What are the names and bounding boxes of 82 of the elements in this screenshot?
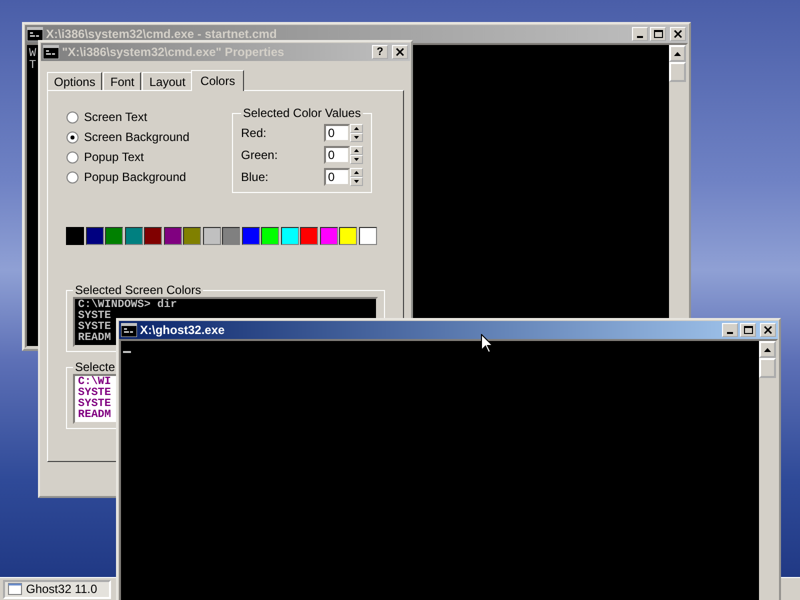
preview-text: C:\WINDOWS> dir (78, 300, 178, 311)
close-button[interactable] (760, 323, 776, 337)
color-swatch[interactable] (358, 227, 376, 245)
preview-text: SYSTE (78, 399, 112, 410)
maximize-button[interactable] (740, 323, 756, 337)
group-title: Selected Screen Colors (74, 283, 202, 297)
minimize-icon (727, 332, 733, 334)
field-label: Red: (241, 126, 266, 140)
number-input-field[interactable]: 0 (324, 146, 350, 164)
spin-down-button[interactable] (350, 133, 363, 142)
color-swatch[interactable] (320, 227, 338, 245)
group-title: Selected Color Values (242, 106, 362, 120)
up-arrow-icon (354, 149, 359, 152)
minimize-button[interactable] (722, 323, 738, 337)
command-prompt-icon (121, 323, 137, 337)
spin-down-button[interactable] (350, 155, 363, 164)
console-text: T (29, 59, 36, 71)
taskbar-button[interactable]: Ghost32 11.0 (3, 580, 111, 598)
up-arrow-icon (674, 52, 681, 56)
close-icon (764, 326, 772, 334)
preview-text: SYSTE (78, 322, 112, 333)
up-arrow-icon (354, 127, 359, 130)
radio-label[interactable]: Screen Background (84, 130, 190, 144)
color-swatch[interactable] (202, 227, 220, 245)
radio-button[interactable] (66, 150, 79, 164)
window-title: X:\ghost32.exe (140, 323, 226, 337)
color-swatch[interactable] (86, 227, 104, 245)
radio-label[interactable]: Popup Background (84, 170, 186, 184)
up-arrow-icon (764, 348, 771, 352)
radio-label[interactable]: Popup Text (84, 150, 144, 164)
radio-button[interactable] (66, 130, 79, 144)
color-swatch[interactable] (222, 227, 240, 245)
down-arrow-icon (354, 180, 359, 183)
tab[interactable]: Font (103, 72, 142, 90)
scroll-up-button[interactable] (669, 45, 686, 62)
radio-label[interactable]: Screen Text (84, 110, 148, 124)
preview-text: C:\WI (78, 377, 112, 388)
window-icon (8, 583, 22, 595)
command-prompt-icon (43, 45, 59, 59)
number-input-field[interactable]: 0 (324, 168, 350, 186)
window-title: X:\i386\system32\cmd.exe - startnet.cmd (46, 27, 278, 41)
close-icon (674, 30, 682, 38)
number-input-field[interactable]: 0 (324, 124, 350, 142)
radio-button[interactable] (66, 170, 79, 184)
color-swatch[interactable] (164, 227, 182, 245)
color-swatch[interactable] (105, 227, 123, 245)
spin-up-button[interactable] (350, 168, 363, 177)
up-arrow-icon (354, 171, 359, 174)
color-swatch[interactable] (280, 227, 298, 245)
color-swatch[interactable] (124, 227, 142, 245)
spin-up-button[interactable] (350, 146, 363, 155)
minimize-icon (637, 36, 643, 38)
preview-text: READM (78, 410, 112, 421)
scrollbar-thumb[interactable] (759, 358, 776, 378)
field-label: Blue: (241, 170, 268, 184)
color-swatch[interactable] (183, 227, 201, 245)
field-label: Green: (241, 148, 278, 162)
tab[interactable]: Colors (191, 70, 244, 91)
tab[interactable]: Options (47, 72, 102, 90)
scrollbar-thumb[interactable] (669, 62, 686, 82)
close-icon (396, 48, 404, 56)
color-swatch[interactable] (261, 227, 279, 245)
preview-text: READM (78, 333, 112, 344)
scroll-up-button[interactable] (759, 341, 776, 358)
spin-up-button[interactable] (350, 124, 363, 133)
console-text: W (29, 47, 36, 59)
preview-text: SYSTE (78, 311, 112, 322)
preview-text: SYSTE (78, 388, 112, 399)
color-swatch[interactable] (339, 227, 357, 245)
maximize-icon (654, 30, 662, 38)
down-arrow-icon (354, 136, 359, 139)
spin-down-button[interactable] (350, 177, 363, 186)
color-swatch[interactable] (66, 227, 84, 245)
maximize-icon (744, 326, 752, 334)
color-swatch[interactable] (144, 227, 162, 245)
color-swatch[interactable] (242, 227, 260, 245)
text-cursor (123, 351, 131, 353)
color-swatch[interactable] (300, 227, 318, 245)
group-title: Selecte (74, 360, 116, 374)
command-prompt-icon (27, 27, 43, 41)
down-arrow-icon (354, 158, 359, 161)
radio-button[interactable] (66, 110, 79, 124)
